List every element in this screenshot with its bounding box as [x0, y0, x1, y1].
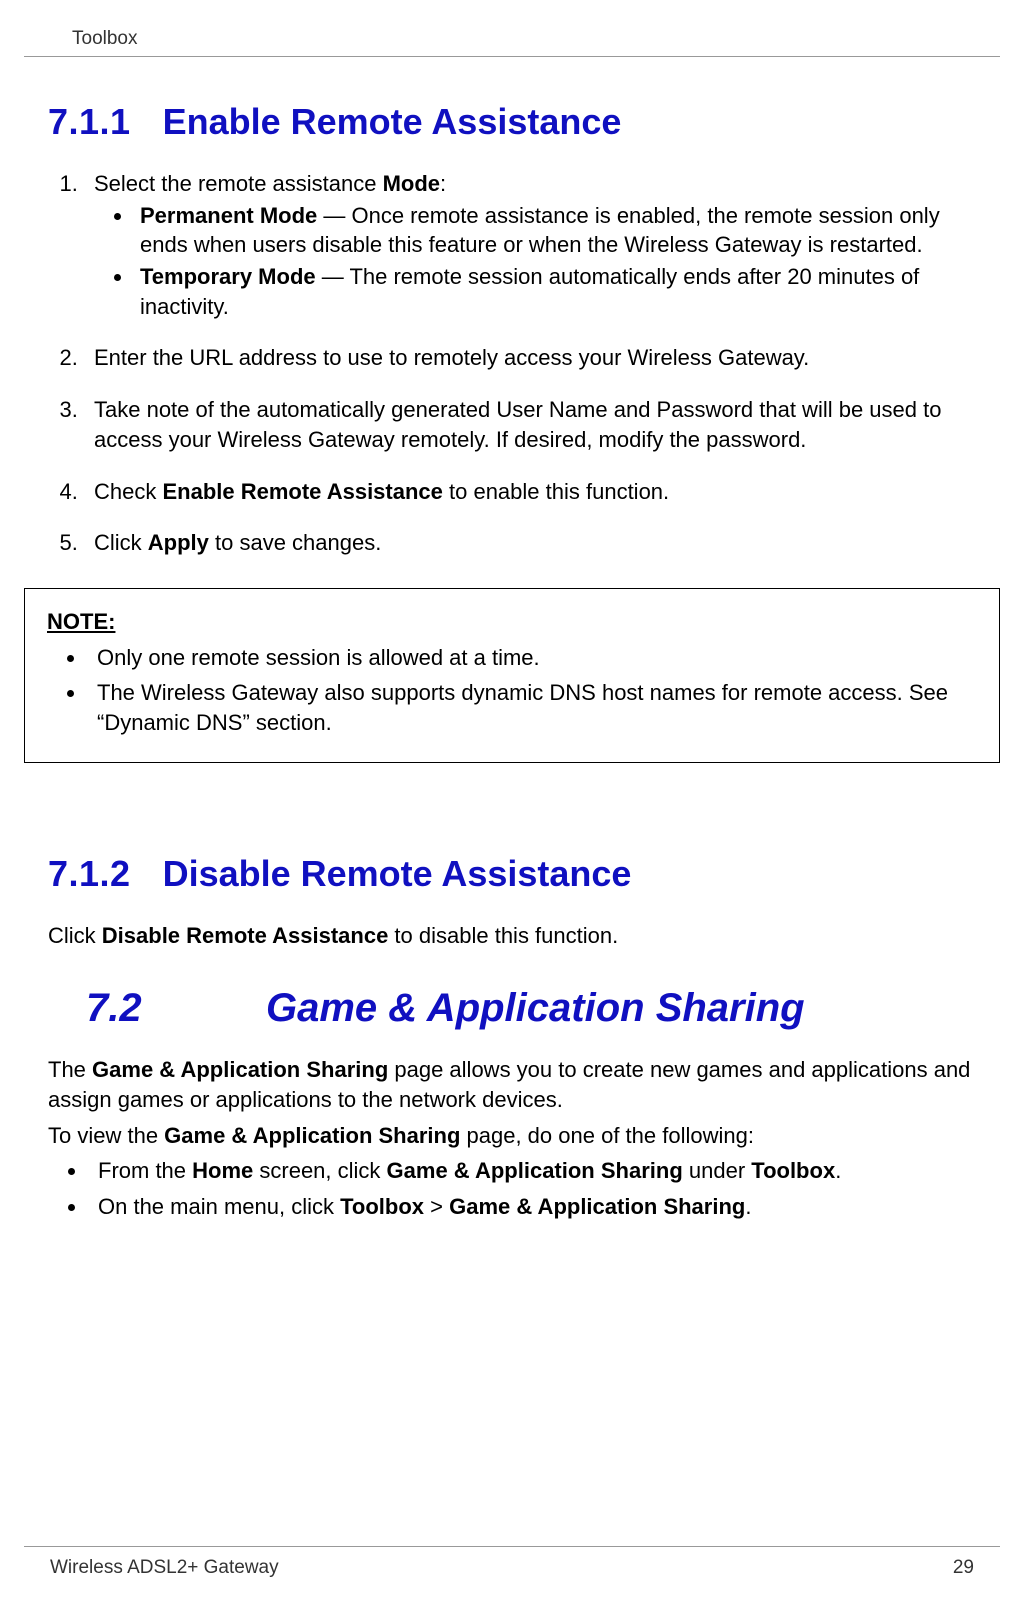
gas-bold: Game & Application Sharing [387, 1158, 683, 1183]
section-title: Game & Application Sharing [266, 986, 805, 1030]
section-711-steps: Select the remote assistance Mode: Perma… [84, 169, 976, 558]
header-title: Toolbox [72, 28, 138, 49]
note-item-1: Only one remote session is allowed at a … [87, 643, 977, 673]
list-item: From the Home screen, click Game & Appli… [88, 1156, 976, 1186]
step-5: Click Apply to save changes. [84, 528, 976, 558]
section-72-p2: To view the Game & Application Sharing p… [48, 1121, 976, 1151]
step-1: Select the remote assistance Mode: Perma… [84, 169, 976, 321]
text: . [745, 1194, 751, 1219]
text: : [440, 171, 446, 196]
apply-bold: Apply [148, 530, 209, 555]
text: To view the [48, 1123, 164, 1148]
page-header: Toolbox [24, 0, 1000, 57]
text: > [424, 1194, 449, 1219]
list-item: On the main menu, click Toolbox > Game &… [88, 1192, 976, 1222]
step-4: Check Enable Remote Assistance to enable… [84, 477, 976, 507]
footer-page-number: 29 [953, 1557, 974, 1579]
gas-bold: Game & Application Sharing [449, 1194, 745, 1219]
section-712-heading: 7.1.2 Disable Remote Assistance [48, 853, 976, 895]
section-712-paragraph: Click Disable Remote Assistance to disab… [48, 921, 976, 951]
toolbox-bold: Toolbox [751, 1158, 835, 1183]
section-number: 7.2 [86, 986, 266, 1031]
disable-remote-bold: Disable Remote Assistance [102, 923, 389, 948]
section-title: Enable Remote Assistance [163, 101, 622, 142]
text: to enable this function. [443, 479, 669, 504]
text: screen, click [253, 1158, 386, 1183]
text: Click [48, 923, 102, 948]
text: to disable this function. [388, 923, 618, 948]
section-72-list: From the Home screen, click Game & Appli… [88, 1156, 976, 1221]
mode-bold: Mode [383, 171, 440, 196]
section-72-p1: The Game & Application Sharing page allo… [48, 1055, 976, 1114]
text: to save changes. [209, 530, 381, 555]
page-footer: Wireless ADSL2+ Gateway 29 [24, 1546, 1000, 1579]
section-711-heading: 7.1.1 Enable Remote Assistance [48, 101, 976, 143]
temporary-mode-label: Temporary Mode [140, 264, 316, 289]
text: On the main menu, click [98, 1194, 340, 1219]
step-2: Enter the URL address to use to remotely… [84, 343, 976, 373]
text: The [48, 1057, 92, 1082]
footer-product: Wireless ADSL2+ Gateway [50, 1557, 279, 1579]
step-3: Take note of the automatically generated… [84, 395, 976, 454]
note-list: Only one remote session is allowed at a … [87, 643, 977, 738]
permanent-mode-label: Permanent Mode [140, 203, 317, 228]
section-number: 7.1.2 [48, 853, 131, 894]
text: Select the remote assistance [94, 171, 383, 196]
section-title: Disable Remote Assistance [163, 853, 632, 894]
note-box: NOTE: Only one remote session is allowed… [24, 588, 1000, 763]
page-content: 7.1.1 Enable Remote Assistance Select the… [0, 57, 1024, 558]
home-bold: Home [192, 1158, 253, 1183]
section-number: 7.1.1 [48, 101, 131, 142]
section-72-heading: 7.2Game & Application Sharing [86, 986, 976, 1031]
text: under [683, 1158, 752, 1183]
permanent-mode-item: Permanent Mode — Once remote assistance … [134, 201, 976, 260]
section-712: 7.1.2 Disable Remote Assistance Click Dis… [0, 809, 1024, 1222]
text: Click [94, 530, 148, 555]
gas-bold: Game & Application Sharing [92, 1057, 388, 1082]
toolbox-bold: Toolbox [340, 1194, 424, 1219]
text: From the [98, 1158, 192, 1183]
note-item-2: The Wireless Gateway also supports dynam… [87, 678, 977, 737]
text: page, do one of the following: [460, 1123, 754, 1148]
note-heading: NOTE: [47, 607, 977, 637]
enable-remote-bold: Enable Remote Assistance [162, 479, 442, 504]
gas-bold: Game & Application Sharing [164, 1123, 460, 1148]
text: Check [94, 479, 162, 504]
temporary-mode-item: Temporary Mode — The remote session auto… [134, 262, 976, 321]
text: . [835, 1158, 841, 1183]
mode-bullets: Permanent Mode — Once remote assistance … [134, 201, 976, 322]
